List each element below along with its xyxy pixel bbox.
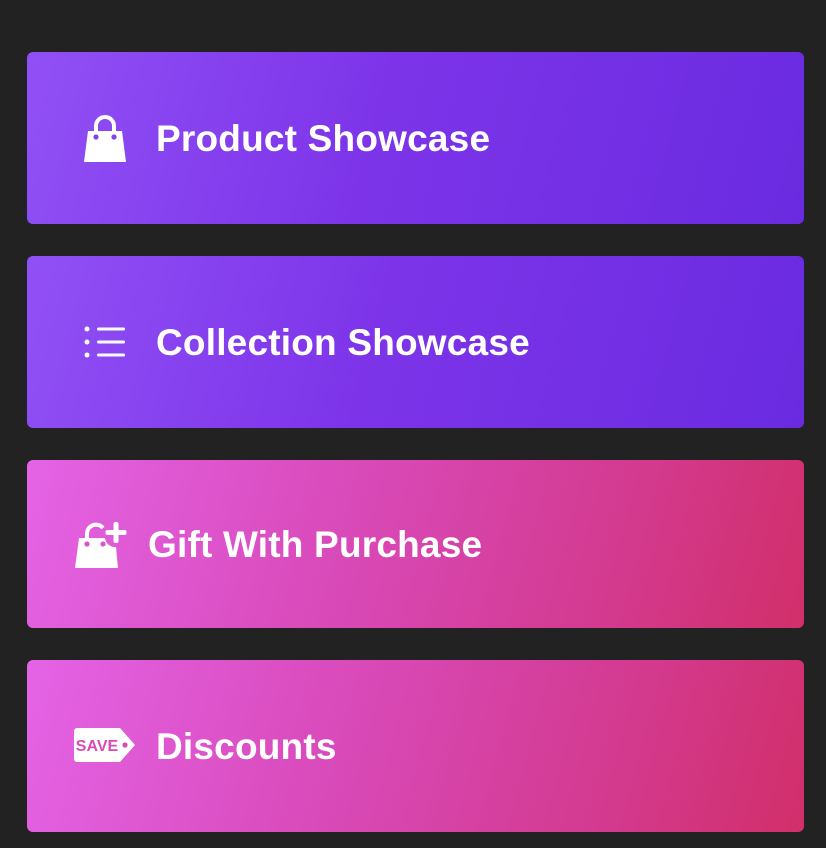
discounts-label: Discounts (156, 726, 337, 767)
collection-showcase-button[interactable]: Collection Showcase (27, 256, 804, 428)
gift-with-purchase-button[interactable]: Gift With Purchase (27, 460, 804, 628)
list-icon (84, 326, 125, 358)
bag-plus-icon (75, 522, 127, 568)
product-showcase-button[interactable]: Product Showcase (27, 52, 804, 224)
menu-list: Product Showcase Collection Showcase Gif… (0, 0, 826, 848)
shopping-bag-icon (84, 115, 126, 162)
save-tag-text: SAVE (76, 738, 119, 755)
save-tag-icon: SAVE (74, 728, 135, 762)
discounts-button[interactable]: SAVE Discounts (27, 660, 804, 832)
gift-with-purchase-label: Gift With Purchase (148, 524, 483, 565)
collection-showcase-label: Collection Showcase (156, 322, 530, 363)
product-showcase-label: Product Showcase (156, 118, 491, 159)
